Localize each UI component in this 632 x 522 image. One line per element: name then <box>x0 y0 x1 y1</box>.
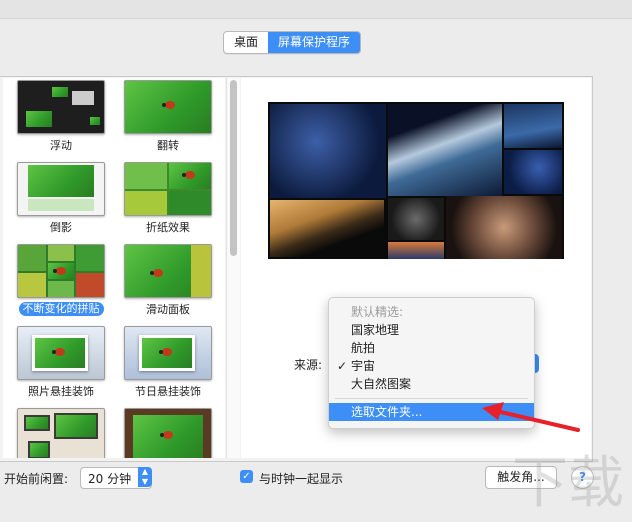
svg-text:下载: 下载 <box>512 451 624 516</box>
screensaver-label: 倒影 <box>50 221 72 234</box>
preview-tile-saturn <box>270 200 384 257</box>
screensaver-label: 照片悬挂装饰 <box>28 385 94 398</box>
photo-mobile-thumbnail <box>17 326 105 380</box>
sliding-panels-thumbnail <box>124 244 212 298</box>
screensaver-label-selected: 不断变化的拼贴 <box>18 302 104 316</box>
preview-tile-nebula-blue <box>504 150 562 194</box>
source-label: 来源: <box>294 358 323 372</box>
screensaver-item-shifting-tiles[interactable]: 不断变化的拼贴 <box>13 244 109 316</box>
vintage-prints-thumbnail <box>124 408 212 458</box>
photo-wall-thumbnail <box>17 408 105 458</box>
tab-screensaver[interactable]: 屏幕保护程序 <box>268 32 361 53</box>
reflection-thumbnail <box>17 162 105 216</box>
idle-time-value: 20 分钟 <box>88 472 132 486</box>
preview-tile-galaxy <box>270 104 386 198</box>
screensaver-preview <box>268 102 564 259</box>
screensaver-item-floating[interactable]: 浮动 <box>13 80 109 152</box>
list-scrollbar[interactable] <box>226 78 240 458</box>
screensaver-item-vintage-prints[interactable] <box>120 408 216 458</box>
menu-separator <box>335 398 528 399</box>
red-arrow-annotation <box>482 402 580 432</box>
flip-thumbnail <box>124 80 212 134</box>
idle-label: 开始前闲置: <box>4 472 69 486</box>
preview-tile-earth-small <box>504 104 562 148</box>
screensaver-item-photo-mobile[interactable]: 照片悬挂装饰 <box>13 326 109 398</box>
screensaver-item-holiday-mobile[interactable]: 节日悬挂装饰 <box>120 326 216 398</box>
screensaver-item-photo-wall[interactable] <box>13 408 109 458</box>
screensaver-label: 折纸效果 <box>146 221 190 234</box>
screensaver-item-sliding-panels[interactable]: 滑动面板 <box>120 244 216 316</box>
menu-item-aerial[interactable]: 航拍 <box>329 339 534 357</box>
idle-time-select[interactable]: 20 分钟 ▲ ▼ <box>80 467 152 489</box>
stepper-icon[interactable]: ▲ ▼ <box>138 467 152 487</box>
screensaver-item-reflection[interactable]: 倒影 <box>13 162 109 234</box>
shifting-tiles-thumbnail <box>17 244 105 298</box>
origami-thumbnail <box>124 162 212 216</box>
menu-header-default: 默认精选: <box>351 305 404 319</box>
checkmark-icon: ✓ <box>242 471 251 482</box>
preview-tile-nebula-grey <box>388 198 444 240</box>
menu-item-national-geographic[interactable]: 国家地理 <box>329 321 534 339</box>
screensaver-label: 翻转 <box>157 139 179 152</box>
tab-desktop[interactable]: 桌面 <box>224 32 268 53</box>
menu-item-cosmos-label: 宇宙 <box>351 359 376 373</box>
tab-segmented-control: 桌面 屏幕保护程序 <box>223 31 362 54</box>
preview-tile-milkyway <box>446 196 562 259</box>
menu-item-nature-patterns[interactable]: 大自然图案 <box>329 375 534 393</box>
watermark-logo: 下载 <box>512 451 624 516</box>
screensaver-label: 滑动面板 <box>146 303 190 316</box>
screensaver-label: 节日悬挂装饰 <box>135 385 201 398</box>
scrollbar-thumb[interactable] <box>230 80 237 256</box>
checkmark-icon: ✓ <box>337 359 348 373</box>
screensaver-list[interactable]: 浮动 翻转 倒影 折纸效果 不断变化的拼贴 滑动面板 照片悬挂装饰 节日悬挂装饰 <box>3 78 225 458</box>
holiday-mobile-thumbnail <box>124 326 212 380</box>
preview-tile-nebula-orange <box>388 242 444 259</box>
preview-tile-earth <box>388 104 502 196</box>
screensaver-item-flip[interactable]: 翻转 <box>120 80 216 152</box>
window-top-bar <box>0 0 632 19</box>
screensaver-item-origami[interactable]: 折纸效果 <box>120 162 216 234</box>
menu-item-cosmos[interactable]: ✓ 宇宙 <box>329 357 534 375</box>
show-clock-checkbox[interactable]: ✓ <box>240 470 253 483</box>
floating-thumbnail <box>17 80 105 134</box>
show-clock-label: 与时钟一起显示 <box>259 472 344 486</box>
screensaver-label: 浮动 <box>50 139 72 152</box>
